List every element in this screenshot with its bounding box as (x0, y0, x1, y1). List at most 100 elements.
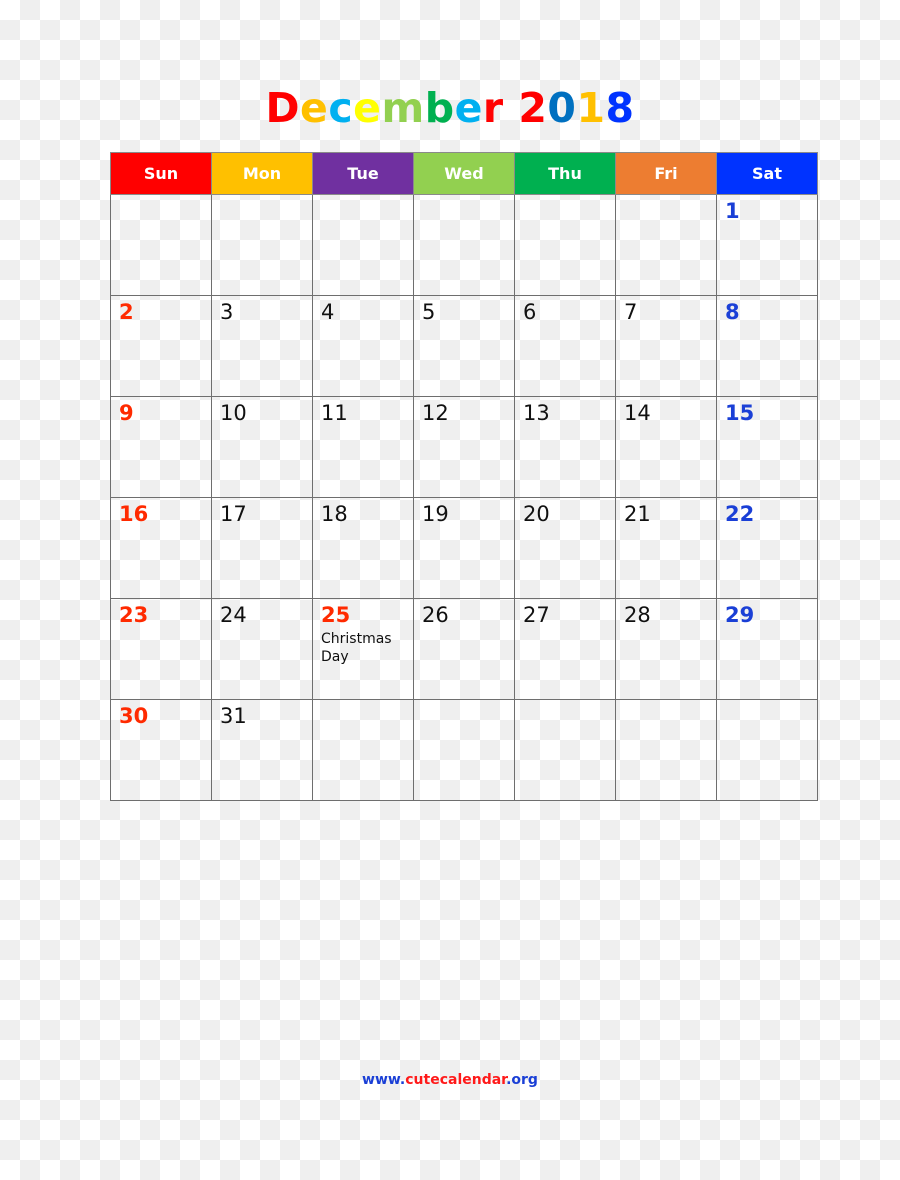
day-cell[interactable]: 8 (716, 295, 818, 397)
empty-day-cell (615, 194, 717, 296)
day-number: 12 (422, 401, 449, 425)
day-number: 16 (119, 502, 149, 526)
day-number: 7 (624, 300, 638, 324)
day-number: 1 (725, 199, 740, 223)
day-cell[interactable]: 25 Christmas Day (312, 598, 414, 700)
day-cell[interactable]: 30 (110, 699, 212, 801)
day-cell[interactable]: 12 (413, 396, 515, 498)
day-cell[interactable]: 22 (716, 497, 818, 599)
empty-day-cell (211, 194, 313, 296)
week-row: 1 (110, 194, 818, 296)
day-cell[interactable]: 24 (211, 598, 313, 700)
website-footer[interactable]: www.cutecalendar.org (0, 1072, 900, 1088)
day-cell[interactable]: 16 (110, 497, 212, 599)
empty-day-cell (615, 699, 717, 801)
day-cell[interactable]: 2 (110, 295, 212, 397)
day-cell[interactable]: 1 (716, 194, 818, 296)
day-cell[interactable]: 3 (211, 295, 313, 397)
day-cell[interactable]: 29 (716, 598, 818, 700)
day-cell[interactable]: 21 (615, 497, 717, 599)
weekday-header-row: Sun Mon Tue Wed Thu Fri Sat (110, 152, 818, 195)
day-number: 9 (119, 401, 134, 425)
weekday-header-sun: Sun (110, 152, 212, 195)
title-letter: m (381, 84, 425, 132)
day-cell[interactable]: 26 (413, 598, 515, 700)
empty-day-cell (716, 699, 818, 801)
day-number: 28 (624, 603, 651, 627)
title-letter: 0 (547, 84, 577, 132)
day-number: 8 (725, 300, 740, 324)
day-cell[interactable]: 19 (413, 497, 515, 599)
day-number: 6 (523, 300, 537, 324)
empty-day-cell (514, 699, 616, 801)
footer-prefix: www. (362, 1072, 406, 1088)
day-cell[interactable]: 27 (514, 598, 616, 700)
day-cell[interactable]: 13 (514, 396, 616, 498)
day-cell[interactable]: 15 (716, 396, 818, 498)
day-cell[interactable]: 28 (615, 598, 717, 700)
day-number: 17 (220, 502, 247, 526)
day-number: 2 (119, 300, 134, 324)
day-number: 20 (523, 502, 550, 526)
week-row: 9 10 11 12 13 14 15 (110, 396, 818, 498)
day-number: 29 (725, 603, 755, 627)
weekday-header-sat: Sat (716, 152, 818, 195)
title-letter: 1 (576, 84, 606, 132)
week-row: 23 24 25 Christmas Day 26 27 28 29 (110, 598, 818, 700)
empty-day-cell (110, 194, 212, 296)
day-number: 23 (119, 603, 149, 627)
day-cell[interactable]: 10 (211, 396, 313, 498)
empty-day-cell (413, 699, 515, 801)
title-letter: 2 (518, 84, 548, 132)
day-number: 24 (220, 603, 247, 627)
empty-day-cell (514, 194, 616, 296)
title-letter (504, 84, 519, 132)
weekday-header-wed: Wed (413, 152, 515, 195)
title-letter: c (328, 84, 354, 132)
title-letter: e (454, 84, 483, 132)
day-number: 18 (321, 502, 348, 526)
day-number: 5 (422, 300, 436, 324)
day-number: 30 (119, 704, 149, 728)
title-letter: e (353, 84, 382, 132)
empty-day-cell (312, 194, 414, 296)
day-cell[interactable]: 6 (514, 295, 616, 397)
title-letter: 8 (605, 84, 635, 132)
calendar-title: December 2018 (0, 84, 900, 132)
footer-suffix: .org (506, 1072, 538, 1088)
title-letter: D (265, 84, 301, 132)
weekday-header-tue: Tue (312, 152, 414, 195)
weekday-header-thu: Thu (514, 152, 616, 195)
day-number: 21 (624, 502, 651, 526)
day-number: 4 (321, 300, 335, 324)
title-letter: e (300, 84, 329, 132)
day-cell[interactable]: 4 (312, 295, 414, 397)
week-row: 2 3 4 5 6 7 8 (110, 295, 818, 397)
day-number: 13 (523, 401, 550, 425)
day-number: 27 (523, 603, 550, 627)
day-number: 14 (624, 401, 651, 425)
day-cell[interactable]: 31 (211, 699, 313, 801)
week-row: 30 31 (110, 699, 818, 801)
day-cell[interactable]: 18 (312, 497, 414, 599)
day-number: 19 (422, 502, 449, 526)
day-cell[interactable]: 5 (413, 295, 515, 397)
title-letter: r (482, 84, 504, 132)
day-cell[interactable]: 23 (110, 598, 212, 700)
day-number: 15 (725, 401, 755, 425)
footer-name: cutecalendar (405, 1072, 507, 1088)
week-row: 16 17 18 19 20 21 22 (110, 497, 818, 599)
day-cell[interactable]: 20 (514, 497, 616, 599)
day-number: 31 (220, 704, 247, 728)
day-number: 10 (220, 401, 247, 425)
day-cell[interactable]: 7 (615, 295, 717, 397)
day-number: 11 (321, 401, 348, 425)
day-cell[interactable]: 14 (615, 396, 717, 498)
day-cell[interactable]: 11 (312, 396, 414, 498)
day-cell[interactable]: 17 (211, 497, 313, 599)
title-letter: b (424, 84, 455, 132)
day-cell[interactable]: 9 (110, 396, 212, 498)
holiday-label: Christmas Day (321, 631, 392, 665)
weekday-header-fri: Fri (615, 152, 717, 195)
weekday-header-mon: Mon (211, 152, 313, 195)
